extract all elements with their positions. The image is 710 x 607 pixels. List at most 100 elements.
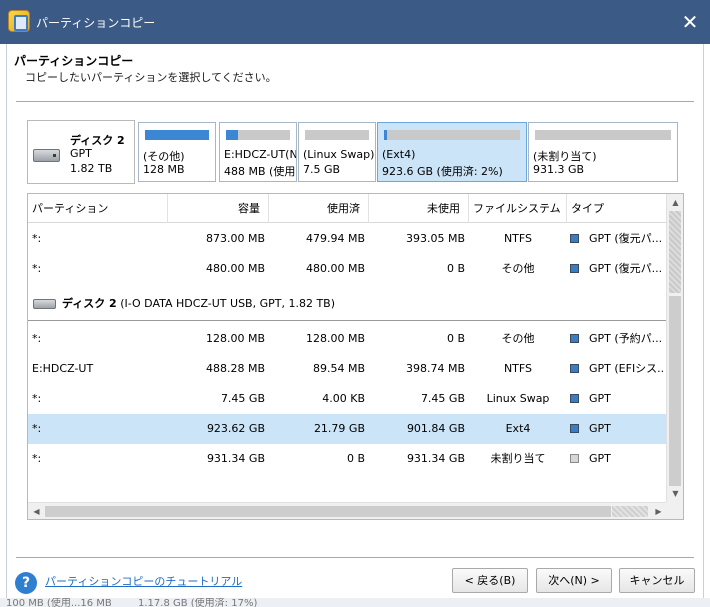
cell-filesystem: Ext4 [505, 422, 531, 435]
column-header-unused[interactable]: 未使用 [369, 194, 469, 223]
partition-block-size: 7.5 GB [303, 163, 341, 176]
partition-usage-bar [535, 130, 671, 140]
cell-filesystem: その他 [501, 332, 535, 345]
table-row[interactable]: *: 128.00 MB 128.00 MB 0 B その他 GPT (予約パ.… [28, 324, 667, 354]
cell-partition: *: [32, 392, 42, 405]
table-row[interactable]: E:HDCZ-UT 488.28 MB 89.54 MB 398.74 MB N… [28, 354, 667, 384]
footer-divider [16, 557, 694, 558]
cell-unused: 931.34 GB [406, 452, 465, 465]
cell-type: GPT [570, 444, 665, 474]
partition-block[interactable]: (Linux Swap) 7.5 GB [298, 122, 376, 182]
help-icon[interactable]: ? [15, 572, 37, 594]
table-row[interactable]: *: 7.45 GB 4.00 KB 7.45 GB Linux Swap GP… [28, 384, 667, 414]
table-row[interactable]: *: 873.00 MB 479.94 MB 393.05 MB NTFS GP… [28, 224, 667, 254]
table-row[interactable]: *: 931.34 GB 0 B 931.34 GB 未割り当て GPT [28, 444, 667, 474]
partition-type-swatch [570, 334, 579, 343]
page-subtitle: コピーしたいパーティションを選択してください。 [25, 71, 277, 84]
disk-type: GPT [70, 147, 92, 160]
partition-block[interactable]: (その他) 128 MB [138, 122, 216, 182]
cell-type: GPT [570, 414, 665, 444]
scroll-right-arrow-icon[interactable]: ▶ [650, 503, 667, 519]
cell-type: GPT (EFIシス... [570, 354, 665, 384]
cell-type-label: GPT (EFIシス... [589, 362, 665, 375]
disk-card[interactable]: ディスク 2 GPT 1.82 TB [27, 120, 135, 184]
partition-usage-bar [145, 130, 209, 140]
scroll-up-arrow-icon[interactable]: ▲ [667, 194, 683, 211]
table-row[interactable]: *: 480.00 MB 480.00 MB 0 B その他 GPT (復元パ.… [28, 254, 667, 284]
partition-usage-bar [226, 130, 290, 140]
partition-type-swatch [570, 394, 579, 403]
vertical-scrollbar[interactable]: ▲ ▼ [666, 194, 683, 502]
cell-used: 480.00 MB [305, 262, 365, 275]
table-row-selected[interactable]: *: 923.62 GB 21.79 GB 901.84 GB Ext4 GPT [28, 414, 667, 444]
vertical-scroll-track[interactable] [669, 296, 681, 486]
page-title: パーティションコピー [14, 54, 134, 68]
cell-type: GPT (予約パ... [570, 324, 665, 354]
partition-usage-fill [145, 130, 209, 140]
column-header-filesystem[interactable]: ファイルシステム [469, 194, 567, 223]
partition-type-swatch [570, 454, 579, 463]
disk-group-row[interactable]: ディスク 2 (I-O DATA HDCZ-UT USB, GPT, 1.82 … [28, 289, 667, 321]
scroll-left-arrow-icon[interactable]: ◀ [28, 503, 45, 519]
disk-map: ディスク 2 GPT 1.82 TB (その他) 128 MB E:HDCZ-U… [27, 120, 684, 184]
back-button[interactable]: < 戻る(B) [452, 568, 528, 593]
column-header-partition[interactable]: パーティション [28, 194, 168, 223]
cell-capacity: 923.62 GB [206, 422, 265, 435]
disk-group-name: ディスク 2 [62, 297, 117, 310]
cancel-button[interactable]: キャンセル [619, 568, 695, 593]
partition-type-swatch [570, 424, 579, 433]
hard-disk-icon [33, 299, 56, 309]
partition-block-label: (Linux Swap) [303, 148, 375, 161]
disk-name: ディスク 2 [70, 134, 125, 147]
scroll-down-arrow-icon[interactable]: ▼ [667, 485, 683, 502]
partition-type-swatch [570, 264, 579, 273]
horizontal-scrollbar[interactable]: ◀ ▶ [28, 502, 667, 519]
partition-block[interactable]: (未割り当て) 931.3 GB [528, 122, 678, 182]
cell-used: 4.00 KB [322, 392, 365, 405]
cell-type: GPT (復元パ... [570, 224, 665, 254]
scrollbar-corner [666, 502, 683, 519]
cell-capacity: 873.00 MB [205, 232, 265, 245]
partition-block[interactable]: E:HDCZ-UT(N 488 MB (使用 [219, 122, 297, 182]
header-divider [16, 101, 694, 102]
cell-type-label: GPT [589, 392, 611, 405]
cell-filesystem: NTFS [503, 232, 533, 245]
background-text-right: 1.17.8 GB (使用済: 17%) [138, 598, 258, 607]
column-header-used[interactable]: 使用済 [269, 194, 369, 223]
partition-block-size: 128 MB [143, 163, 185, 176]
partition-table: パーティション 容量 使用済 未使用 ファイルシステム タイプ *: 873.0… [27, 193, 684, 520]
partition-usage-fill [226, 130, 238, 140]
background-text-left: 100 MB (使用...16 MB [6, 598, 112, 607]
horizontal-scroll-thumb[interactable] [45, 506, 611, 517]
cell-capacity: 7.45 GB [220, 392, 265, 405]
window-title: パーティションコピー [36, 16, 156, 30]
horizontal-scroll-track[interactable] [612, 506, 648, 517]
cell-unused: 393.05 MB [405, 232, 465, 245]
partition-block-size: 923.6 GB (使用済: 2%) [382, 165, 503, 178]
cell-filesystem: Linux Swap [486, 392, 550, 405]
partition-type-swatch [570, 364, 579, 373]
cell-partition: *: [32, 452, 42, 465]
partition-block-size: 931.3 GB [533, 163, 585, 176]
hard-disk-icon [33, 149, 60, 162]
partition-usage-bar [384, 130, 520, 140]
partition-type-swatch [570, 234, 579, 243]
partition-block-label: (その他) [143, 150, 185, 163]
close-button[interactable]: ✕ [676, 8, 704, 36]
vertical-scroll-thumb[interactable] [669, 211, 681, 293]
column-header-capacity[interactable]: 容量 [168, 194, 269, 223]
column-header-type[interactable]: タイプ [567, 194, 667, 223]
cell-type-label: GPT (復元パ... [589, 232, 663, 245]
next-button[interactable]: 次へ(N) > [536, 568, 612, 593]
cell-partition: *: [32, 262, 42, 275]
cell-type-label: GPT (復元パ... [589, 262, 663, 275]
cell-used: 21.79 GB [313, 422, 365, 435]
tutorial-link[interactable]: パーティションコピーのチュートリアル [45, 573, 242, 589]
cell-capacity: 488.28 MB [205, 362, 265, 375]
cell-unused: 0 B [446, 262, 465, 275]
partition-block-label: E:HDCZ-UT(N [224, 148, 297, 161]
cell-used: 89.54 MB [312, 362, 365, 375]
partition-block-selected[interactable]: (Ext4) 923.6 GB (使用済: 2%) [377, 122, 527, 182]
cell-used: 479.94 MB [305, 232, 365, 245]
cell-type-label: GPT [589, 422, 611, 435]
